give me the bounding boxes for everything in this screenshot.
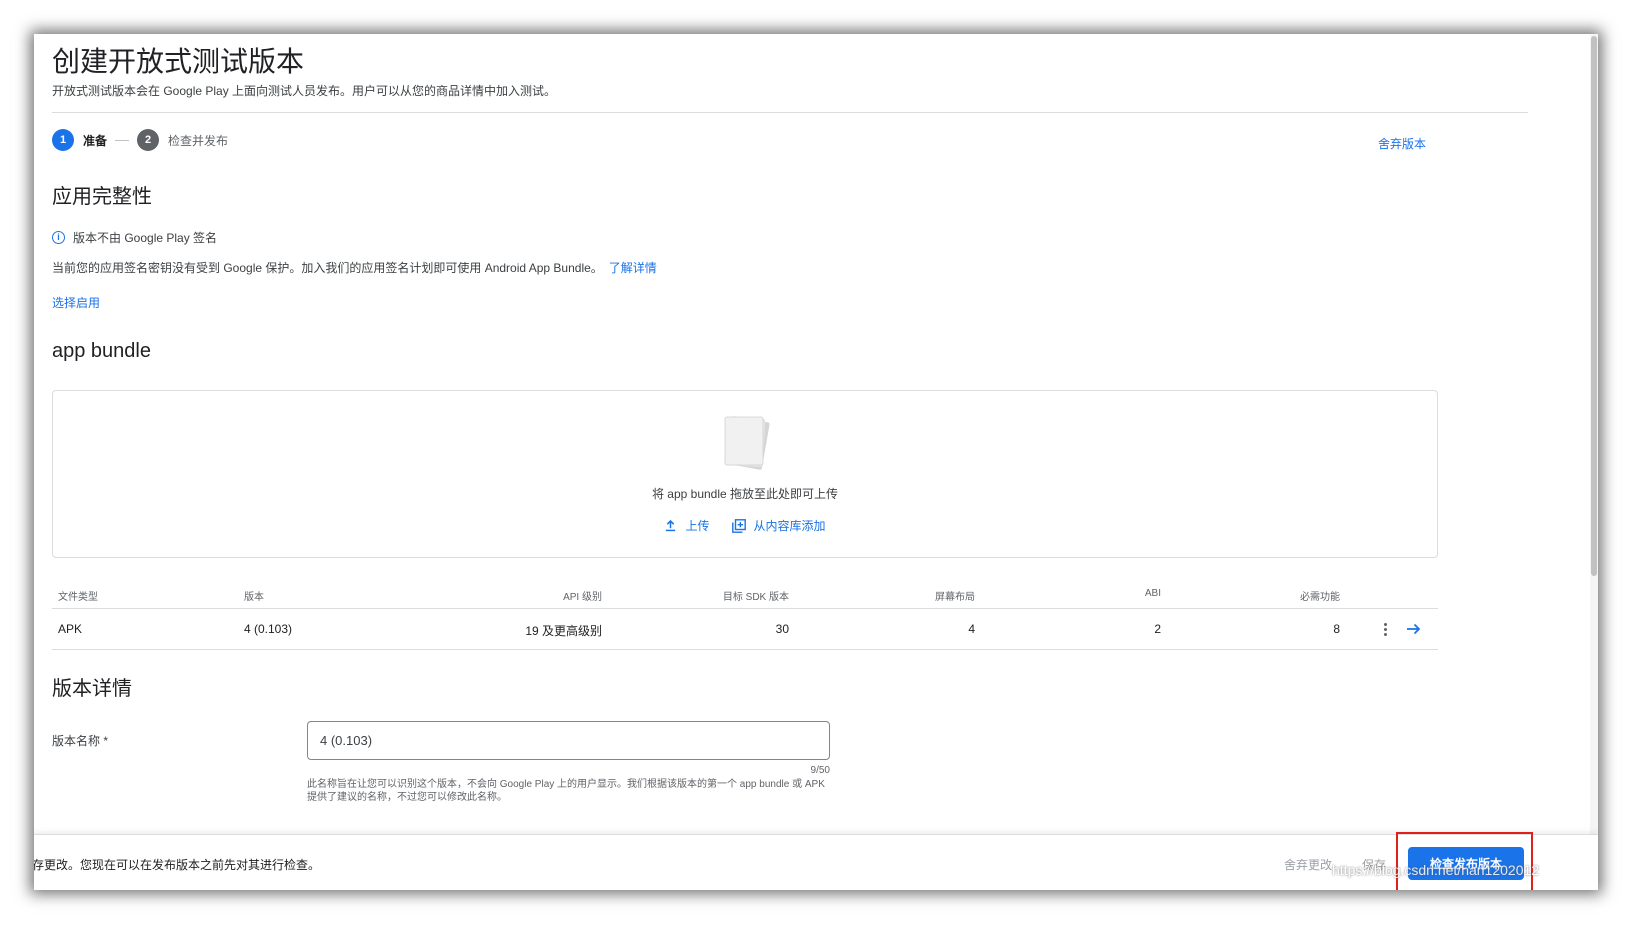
app-integrity-title: 应用完整性 — [52, 186, 152, 208]
col-file-type: 文件类型 — [58, 592, 98, 603]
step-number-2: 2 — [137, 129, 160, 151]
opt-in-link[interactable]: 选择启用 — [52, 294, 100, 311]
signing-description-text: 当前您的应用签名密钥没有受到 Google 保护。加入我们的应用签名计划即可使用… — [52, 261, 603, 275]
upload-button[interactable]: 上传 — [664, 517, 710, 534]
upload-label: 上传 — [685, 519, 710, 533]
scrollbar-thumb[interactable] — [1591, 36, 1597, 576]
watermark: https://blog.csdn.net/han1202012 — [1332, 862, 1540, 878]
step-number-1: 1 — [52, 129, 74, 151]
cell-api-level: 19 及更高级别 — [525, 624, 602, 638]
col-target-sdk: 目标 SDK 版本 — [722, 592, 789, 603]
step-label-prepare: 准备 — [83, 133, 108, 148]
main-content: 创建开放式测试版本 开放式测试版本会在 Google Play 上面向测试人员发… — [34, 34, 1598, 834]
col-required-features: 必需功能 — [1300, 592, 1340, 603]
page-title: 创建开放式测试版本 — [52, 46, 305, 77]
cell-target-sdk: 30 — [775, 622, 789, 636]
release-details-title: 版本详情 — [52, 678, 132, 700]
header-divider — [52, 112, 1528, 113]
app-bundle-title: app bundle — [52, 340, 151, 362]
signing-notice: i 版本不由 Google Play 签名 — [52, 229, 217, 246]
release-name-label: 版本名称 * — [52, 734, 109, 748]
more-vert-icon[interactable] — [1378, 619, 1392, 639]
add-from-library-button[interactable]: 从内容库添加 — [731, 517, 826, 534]
upload-actions: 上传 从内容库添加 — [53, 517, 1437, 534]
cell-required-features: 8 — [1333, 622, 1340, 636]
signing-notice-text: 版本不由 Google Play 签名 — [73, 231, 218, 245]
step-connector — [115, 139, 130, 141]
signing-description: 当前您的应用签名密钥没有受到 Google 保护。加入我们的应用签名计划即可使用… — [52, 259, 657, 276]
discard-changes-button[interactable]: 舍弃更改 — [1284, 856, 1332, 873]
step-label-review: 检查并发布 — [168, 133, 229, 148]
step-review-publish[interactable]: 2 检查并发布 — [137, 129, 228, 151]
library-add-icon — [731, 518, 746, 533]
col-screen-layout: 屏幕布局 — [935, 592, 975, 603]
upload-icon — [666, 519, 676, 532]
file-stack-icon — [724, 416, 770, 470]
col-api-level: API 级别 — [563, 592, 602, 603]
col-abi: ABI — [1144, 588, 1161, 599]
release-name-input[interactable] — [307, 721, 830, 760]
footer-message: 存更改。您现在可以在发布版本之前先对其进行检查。 — [34, 858, 321, 872]
discard-release-link[interactable]: 舍弃版本 — [1378, 135, 1426, 152]
bundle-table: 文件类型 版本 API 级别 目标 SDK 版本 屏幕布局 ABI 必需功能 A… — [52, 578, 1438, 650]
bundle-drop-zone[interactable]: 将 app bundle 拖放至此处即可上传 上传 从内容库添加 — [52, 390, 1438, 558]
stepper: 1 准备 2 检查并发布 — [52, 129, 228, 151]
cell-file-type: APK — [58, 622, 83, 636]
arrow-forward-icon[interactable] — [1406, 622, 1422, 636]
table-header: 文件类型 版本 API 级别 目标 SDK 版本 屏幕布局 ABI 必需功能 — [52, 578, 1438, 608]
console-window: 创建开放式测试版本 开放式测试版本会在 Google Play 上面向测试人员发… — [34, 34, 1598, 890]
cell-abi: 2 — [1154, 622, 1161, 636]
learn-more-link[interactable]: 了解详情 — [609, 261, 657, 275]
char-counter: 9/50 — [810, 765, 830, 776]
cell-screen-layout: 4 — [968, 622, 975, 636]
add-from-library-label: 从内容库添加 — [753, 519, 826, 533]
page-scrollbar[interactable] — [1590, 34, 1598, 834]
col-version: 版本 — [244, 592, 264, 603]
page-subtitle: 开放式测试版本会在 Google Play 上面向测试人员发布。用户可以从您的商… — [52, 84, 557, 98]
release-name-helper: 此名称旨在让您可以识别这个版本，不会向 Google Play 上的用户显示。我… — [307, 779, 825, 803]
step-prepare[interactable]: 1 准备 — [52, 129, 107, 151]
cell-version: 4 (0.103) — [244, 622, 293, 636]
table-row[interactable]: APK 4 (0.103) 19 及更高级别 30 4 2 8 — [52, 608, 1438, 650]
info-icon: i — [52, 231, 65, 244]
row-actions — [1378, 619, 1422, 639]
drop-hint: 将 app bundle 拖放至此处即可上传 — [651, 487, 839, 501]
